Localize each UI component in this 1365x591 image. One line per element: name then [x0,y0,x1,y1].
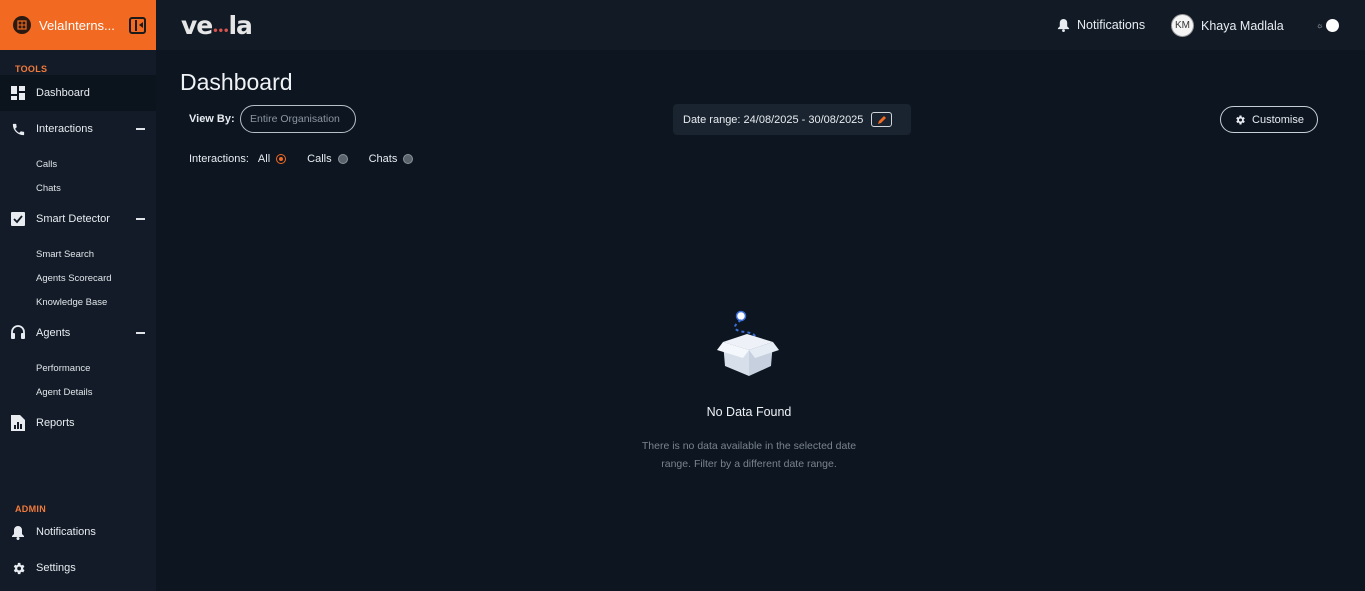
empty-state-title: No Data Found [706,405,792,419]
radio-option-all[interactable]: All [258,153,297,165]
radio-option-chats[interactable]: Chats [369,153,425,165]
interactions-filter: Interactions: All Calls Chats [189,153,424,165]
sidebar: VelaInterns... TOOLS Dashboard Interacti… [0,0,156,591]
org-logo-icon [13,16,31,34]
empty-state-line: range. Filter by a different date range. [661,458,837,470]
bell-icon [10,524,26,540]
sidebar-item-label: Dashboard [36,87,90,99]
org-switcher[interactable]: VelaInterns... [0,0,156,50]
phone-icon [10,121,26,137]
pencil-icon [877,115,886,124]
view-by-input[interactable] [240,105,356,133]
empty-state-line: There is no data available in the select… [641,440,857,452]
toggle-knob [1326,19,1340,32]
header-notifications-button[interactable]: Notifications [1055,17,1145,33]
avatar: KM [1171,14,1194,37]
gear-icon [10,560,26,576]
sidebar-item-dashboard[interactable]: Dashboard [0,75,156,111]
edit-date-range-button[interactable] [871,112,893,127]
sidebar-subitem-performance[interactable]: Performance [36,363,90,374]
empty-state-description: There is no data available in the select… [620,437,878,473]
tools-section-label: TOOLS [15,64,48,74]
logo-text-right: la [228,11,252,40]
sidebar-item-interactions[interactable]: Interactions [0,111,156,147]
sidebar-subitem-agents-scorecard[interactable]: Agents Scorecard [36,273,112,284]
radio-label: Calls [307,153,332,165]
customise-label: Customise [1252,113,1304,126]
sidebar-subitem-agent-details[interactable]: Agent Details [36,387,93,398]
sidebar-item-agents[interactable]: Agents [0,315,156,351]
vela-logo[interactable]: ve•••la [181,11,253,40]
gear-icon [1236,115,1245,124]
empty-state: No Data Found There is no data available… [620,308,878,473]
collapse-sidebar-icon[interactable] [129,16,146,34]
logo-text-left: ve [181,11,213,40]
sidebar-item-label: Interactions [36,123,93,135]
sidebar-subitem-knowledge-base[interactable]: Knowledge Base [36,297,107,308]
collapse-minus-icon[interactable] [136,332,145,334]
radio-label: All [257,153,271,165]
radio-option-calls[interactable]: Calls [307,153,358,165]
collapse-minus-icon[interactable] [136,218,145,220]
radio-button[interactable] [337,154,348,164]
theme-toggle[interactable]: ☼ [1316,19,1340,32]
headset-icon [10,325,26,341]
admin-section-label: ADMIN [15,504,46,514]
date-range-text: Date range: 24/08/2025 - 30/08/2025 [683,113,864,126]
sidebar-item-label: Reports [36,417,75,429]
sidebar-item-reports[interactable]: Reports [0,405,156,441]
sidebar-item-label: Settings [36,562,76,574]
user-name: Khaya Madlala [1201,18,1284,33]
sidebar-item-smart-detector[interactable]: Smart Detector [0,201,156,237]
customise-button[interactable]: Customise [1220,106,1318,133]
sidebar-subitem-chats[interactable]: Chats [36,183,61,194]
collapse-minus-icon[interactable] [136,128,145,130]
sun-icon: ☼ [1316,21,1324,30]
sidebar-item-notifications[interactable]: Notifications [0,514,156,550]
user-menu[interactable]: KM Khaya Madlala [1171,14,1284,37]
page-title: Dashboard [180,69,293,95]
radio-button[interactable] [403,154,414,164]
notifications-label: Notifications [1077,18,1146,32]
sidebar-item-label: Notifications [36,526,96,538]
top-bar: ve•••la Notifications KM Khaya Madlala ☼ [156,0,1365,50]
empty-box-icon [717,310,779,376]
sidebar-item-settings[interactable]: Settings [0,550,156,586]
interactions-filter-label: Interactions: [189,153,249,165]
logo-ornament-icon: ••• [212,26,229,37]
sidebar-subitem-smart-search[interactable]: Smart Search [36,249,94,260]
radio-button[interactable] [276,154,287,164]
date-range-display: Date range: 24/08/2025 - 30/08/2025 [673,104,911,135]
dashboard-icon [10,85,26,101]
sidebar-item-label: Agents [36,327,71,339]
radio-label: Chats [368,153,398,165]
sidebar-item-label: Smart Detector [36,213,110,225]
report-icon [10,415,26,431]
sidebar-subitem-calls[interactable]: Calls [36,159,57,170]
view-by-label: View By: [189,113,235,125]
org-name: VelaInterns... [39,17,115,33]
checkbox-icon [10,211,26,227]
bell-icon [1055,17,1071,33]
